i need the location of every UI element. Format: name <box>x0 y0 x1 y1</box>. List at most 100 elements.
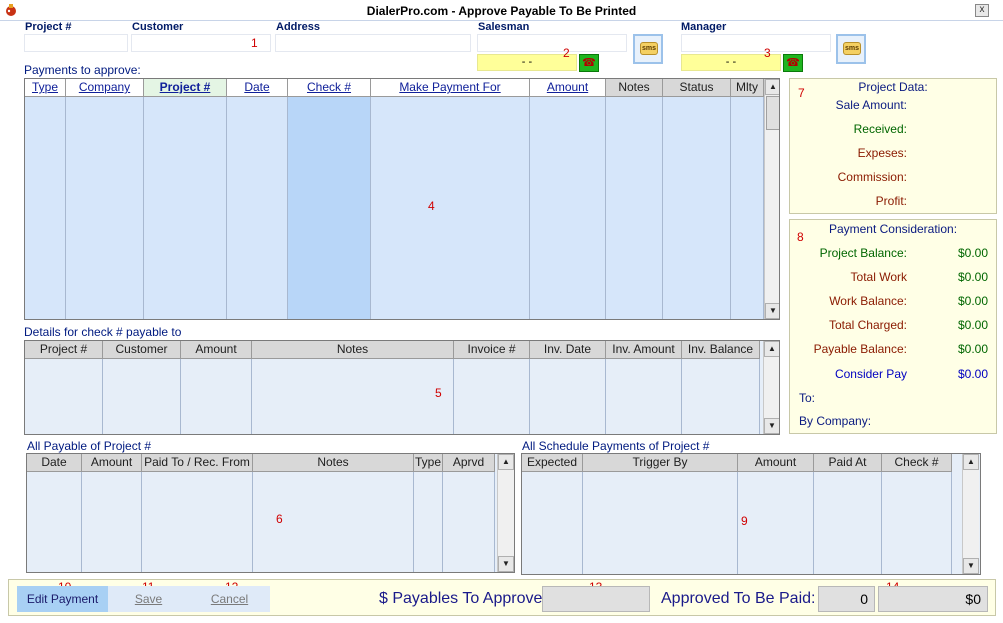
col-paid-to[interactable]: Paid To / Rec. From <box>142 454 253 472</box>
approved-to-be-paid-label: Approved To Be Paid: <box>661 590 816 607</box>
project-field[interactable] <box>24 34 128 52</box>
sms-icon: sms <box>843 42 861 55</box>
title-bar: DialerPro.com - Approve Payable To Be Pr… <box>0 0 1003 21</box>
by-company-label: By Company: <box>799 414 872 428</box>
save-button[interactable]: Save <box>108 586 189 612</box>
commission-label: Commission: <box>837 170 907 184</box>
payable-balance-value: $0.00 <box>957 342 988 356</box>
details-scrollbar[interactable]: ▲ ▼ <box>763 341 779 434</box>
payments-grid[interactable]: Type Company Project # Date Check # Make… <box>24 78 780 320</box>
cancel-button[interactable]: Cancel <box>189 586 270 612</box>
marker-1: 1 <box>251 36 258 50</box>
salesman-field[interactable] <box>477 34 627 52</box>
total-work-value: $0.00 <box>957 270 988 284</box>
manager-sms-button[interactable]: sms <box>836 34 866 64</box>
col-inv-date[interactable]: Inv. Date <box>530 341 606 359</box>
salesman-phone-icon[interactable]: ☎ <box>579 54 599 72</box>
work-balance-label: Work Balance: <box>829 294 907 308</box>
app-icon <box>6 4 16 16</box>
col-mlty[interactable]: Mlty <box>731 79 764 97</box>
customer-field[interactable] <box>131 34 271 52</box>
col-paid-at[interactable]: Paid At <box>814 454 882 472</box>
bottom-toolbar: 10 11 12 13 14 Edit Payment Save Cancel … <box>8 579 996 616</box>
schedule-scrollbar[interactable]: ▲ ▼ <box>962 454 979 574</box>
col-aprvd[interactable]: Aprvd <box>443 454 495 472</box>
schedule-section-label: All Schedule Payments of Project # <box>522 439 710 453</box>
col-make-payment-for[interactable]: Make Payment For <box>371 79 530 97</box>
col-check[interactable]: Check # <box>288 79 371 97</box>
sale-amount-label: Sale Amount: <box>835 98 907 112</box>
col-notes[interactable]: Notes <box>606 79 663 97</box>
project-balance-value: $0.00 <box>957 246 988 260</box>
salesman-phone: - - <box>477 54 577 71</box>
profit-label: Profit: <box>875 194 907 208</box>
col-amount[interactable]: Amount <box>181 341 252 359</box>
col-check[interactable]: Check # <box>882 454 952 472</box>
close-button[interactable]: x <box>975 4 989 17</box>
scroll-down-icon[interactable]: ▼ <box>498 556 514 572</box>
all-payable-scrollbar[interactable]: ▲ ▼ <box>497 454 514 572</box>
payments-scrollbar[interactable]: ▲ ▼ <box>764 79 779 319</box>
col-type[interactable]: Type <box>414 454 443 472</box>
manager-field[interactable] <box>681 34 831 52</box>
marker-6: 6 <box>276 512 283 526</box>
to-label: To: <box>799 391 816 405</box>
scroll-up-icon[interactable]: ▲ <box>498 454 514 470</box>
col-expected[interactable]: Expected <box>522 454 583 472</box>
payables-to-approve-box <box>542 586 650 612</box>
project-balance-label: Project Balance: <box>819 246 907 260</box>
manager-phone-icon[interactable]: ☎ <box>783 54 803 72</box>
col-amount[interactable]: Amount <box>530 79 606 97</box>
address-field[interactable] <box>275 34 471 52</box>
col-amount[interactable]: Amount <box>82 454 142 472</box>
col-status[interactable]: Status <box>663 79 731 97</box>
scroll-up-icon[interactable]: ▲ <box>963 454 979 470</box>
col-company[interactable]: Company <box>66 79 144 97</box>
details-grid[interactable]: Project # Customer Amount Notes Invoice … <box>24 340 780 435</box>
col-date[interactable]: Date <box>227 79 288 97</box>
all-payable-grid[interactable]: Date Amount Paid To / Rec. From Notes Ty… <box>26 453 515 573</box>
col-inv-balance[interactable]: Inv. Balance <box>682 341 760 359</box>
sms-icon: sms <box>640 42 658 55</box>
consider-pay-label: Consider Pay <box>834 367 907 381</box>
project-data-title: Project Data: <box>858 80 928 94</box>
address-label: Address <box>276 21 321 33</box>
col-date[interactable]: Date <box>27 454 82 472</box>
payable-balance-label: Payable Balance: <box>813 342 907 356</box>
marker-9: 9 <box>741 514 748 528</box>
marker-4: 4 <box>428 199 435 213</box>
scroll-down-icon[interactable]: ▼ <box>963 558 979 574</box>
col-customer[interactable]: Customer <box>103 341 181 359</box>
salesman-label: Salesman <box>478 21 530 33</box>
col-project[interactable]: Project # <box>25 341 103 359</box>
scroll-up-icon[interactable]: ▲ <box>765 79 779 95</box>
col-type[interactable]: Type <box>25 79 66 97</box>
details-section-label: Details for check # payable to <box>24 325 182 339</box>
col-invoice[interactable]: Invoice # <box>454 341 530 359</box>
total-charged-value: $0.00 <box>957 318 988 332</box>
project-data-panel: 7 Project Data: Sale Amount: Received: E… <box>789 78 997 214</box>
manager-label: Manager <box>681 21 727 33</box>
scroll-thumb[interactable] <box>766 96 779 130</box>
consider-pay-value: $0.00 <box>957 367 988 381</box>
col-project[interactable]: Project # <box>144 79 227 97</box>
total-work-label: Total Work <box>850 270 907 284</box>
scroll-down-icon[interactable]: ▼ <box>765 303 779 319</box>
col-notes[interactable]: Notes <box>252 341 454 359</box>
total-charged-label: Total Charged: <box>828 318 907 332</box>
marker-3: 3 <box>764 46 771 60</box>
col-inv-amount[interactable]: Inv. Amount <box>606 341 682 359</box>
work-balance-value: $0.00 <box>957 294 988 308</box>
scroll-up-icon[interactable]: ▲ <box>764 341 779 357</box>
col-trigger-by[interactable]: Trigger By <box>583 454 738 472</box>
col-notes[interactable]: Notes <box>253 454 414 472</box>
marker-5: 5 <box>435 386 442 400</box>
salesman-sms-button[interactable]: sms <box>633 34 663 64</box>
schedule-grid[interactable]: Expected Trigger By Amount Paid At Check… <box>521 453 981 575</box>
marker-2: 2 <box>563 46 570 60</box>
col-amount[interactable]: Amount <box>738 454 814 472</box>
customer-label: Customer <box>132 21 184 33</box>
edit-payment-button[interactable]: Edit Payment <box>17 586 108 612</box>
scroll-down-icon[interactable]: ▼ <box>764 418 779 434</box>
payables-to-approve-label: $ Payables To Approve <box>379 590 543 607</box>
